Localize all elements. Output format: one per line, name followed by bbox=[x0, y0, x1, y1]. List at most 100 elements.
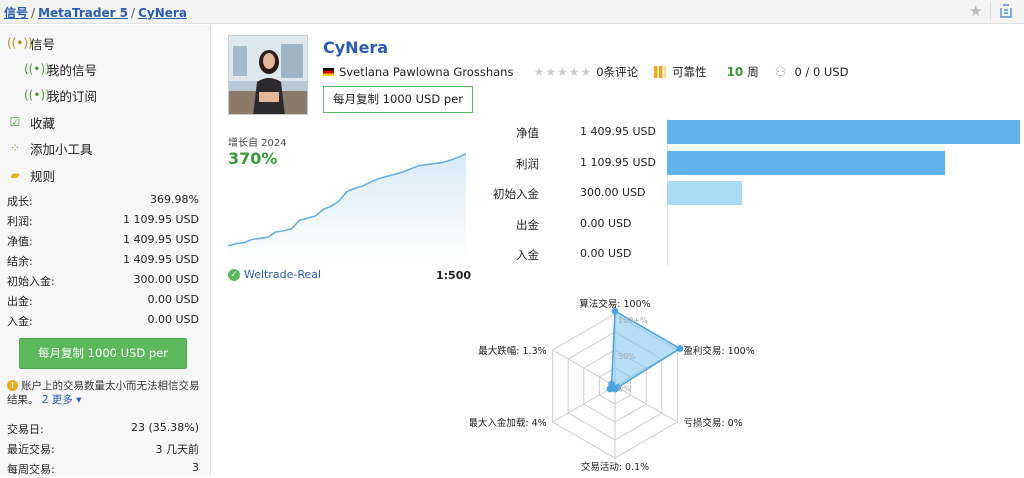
share-icon[interactable] bbox=[999, 4, 1013, 19]
bar-label: 利润 bbox=[516, 156, 539, 171]
more-link-label: 2 更多 bbox=[41, 394, 73, 406]
sidebar-item-my-signals[interactable]: ((•)) 我的信号 bbox=[24, 59, 97, 79]
stat-equity: 净值: 1 409.95 USD bbox=[7, 230, 199, 250]
radar-axis-label: 盈利交易: 100% bbox=[683, 345, 754, 357]
radar-axis-label: 最大跌幅: 1.3% bbox=[478, 345, 546, 357]
stat-value: 1 109.95 USD bbox=[123, 213, 199, 226]
signal-icon: ((•)) bbox=[7, 36, 33, 50]
stat-profit: 利润: 1 109.95 USD bbox=[7, 210, 199, 230]
reviews-count[interactable]: 0条评论 bbox=[596, 64, 638, 80]
stat-label: 出金: bbox=[7, 295, 33, 308]
my-signal-icon: ((•)) bbox=[24, 62, 50, 76]
subscribers-icon: ⚇ bbox=[774, 64, 787, 80]
signal-avatar bbox=[228, 35, 308, 115]
risk-radar-chart: 100+% 50% 0% 算法交易: 100% 盈利交易: 100% 亏损交易: 0% 交易… bbox=[470, 298, 755, 473]
verified-check-icon: ✓ bbox=[228, 268, 240, 281]
bar-label: 净值 bbox=[516, 126, 539, 140]
breadcrumb-current-link[interactable]: CyNera bbox=[138, 6, 187, 20]
rules-icon: ▰ bbox=[10, 168, 20, 182]
radar-axis-label: 最大入金加载: 4% bbox=[470, 417, 547, 429]
signal-meta-row: Svetlana Pawlowna Grosshans ★★★★★ 0条评论 可… bbox=[323, 64, 848, 80]
bar-row: 出金 0.00 USD bbox=[480, 212, 1020, 236]
bar-row: 净值 1 409.95 USD bbox=[480, 120, 1020, 144]
reliability-icon bbox=[654, 66, 667, 78]
favorite-icon: ☑ bbox=[9, 115, 21, 129]
stat-value: 23 (35.38%) bbox=[130, 421, 199, 434]
stat-deposits: 入金: 0.00 USD bbox=[7, 310, 199, 330]
growth-area bbox=[228, 154, 466, 260]
sidebar-item-label: 添加小工具 bbox=[30, 141, 93, 157]
bar-label: 初始入金 bbox=[493, 187, 539, 201]
stat-growth: 成长: 369.98% bbox=[7, 190, 199, 210]
bar-label: 出金 bbox=[516, 217, 539, 232]
stat-last-trade: 最近交易: 3 几天前 bbox=[7, 438, 199, 458]
stat-value: 369.98% bbox=[150, 193, 199, 206]
stat-value: 0.00 USD bbox=[147, 313, 200, 326]
reliability-label: 可靠性 bbox=[672, 65, 707, 79]
bar-row: 入金 0.00 USD bbox=[480, 242, 1020, 266]
stat-trades-per-week: 每周交易: 3 bbox=[7, 458, 199, 478]
subscription-icon: ((•)) bbox=[24, 88, 50, 102]
low-trades-warning: ! 账户上的交易数量太小而无法相信交易结果。 2 更多 ▾ bbox=[7, 379, 207, 407]
weeks-unit: 周 bbox=[747, 65, 759, 79]
copy-subscription-button[interactable]: 每月复制 1000 USD per bbox=[323, 86, 473, 113]
sidebar-copy-button[interactable]: 每月复制 1000 USD per bbox=[19, 338, 187, 369]
radar-ring-label: 50% bbox=[618, 352, 636, 361]
account-bar-chart: 净值 1 409.95 USD 利润 1 109.95 USD 初始入金 300.00 U… bbox=[480, 118, 1020, 268]
sidebar-item-signals[interactable]: ((•)) 信号 bbox=[7, 33, 55, 53]
bar-row: 利润 1 109.95 USD bbox=[480, 150, 1020, 175]
stat-initial-deposit: 初始入金: 300.00 USD bbox=[7, 270, 199, 290]
bar-value: 1 409.95 USD bbox=[580, 125, 656, 138]
favorite-star-icon[interactable]: ★ bbox=[969, 2, 982, 20]
broker-link[interactable]: Weltrade-Real bbox=[244, 268, 321, 281]
more-link[interactable]: 2 更多 ▾ bbox=[42, 394, 82, 406]
warning-text: 账户上的交易数量太小而无法相信交易结果。 bbox=[7, 380, 200, 406]
stat-trading-days: 交易日: 23 (35.38%) bbox=[7, 418, 199, 438]
breadcrumb: 信号 / MetaTrader 5/CyNera bbox=[4, 6, 187, 20]
stat-value: 0.00 USD bbox=[147, 293, 200, 306]
radar-point[interactable] bbox=[676, 345, 684, 352]
subscribers-value: 0 / 0 USD bbox=[794, 65, 849, 79]
top-bar: 信号 / MetaTrader 5/CyNera ★ bbox=[0, 0, 1024, 24]
stat-withdrawals: 出金: 0.00 USD bbox=[7, 290, 199, 310]
widget-icon: ⁘ bbox=[9, 141, 21, 155]
stat-label: 成长: bbox=[7, 195, 33, 208]
sidebar-item-subscriptions[interactable]: ((•)) 我的订阅 bbox=[24, 85, 97, 105]
rating-stars-icon: ★★★★★ bbox=[533, 65, 593, 79]
sidebar-item-label: 规则 bbox=[30, 168, 56, 184]
sidebar-item-label: 收藏 bbox=[30, 115, 56, 131]
leverage-value: 1:500 bbox=[436, 269, 472, 282]
stat-label: 净值: bbox=[7, 235, 33, 248]
stat-label: 交易日: bbox=[7, 423, 44, 436]
bar-label: 入金 bbox=[516, 248, 539, 262]
radar-ring-label: 100+% bbox=[618, 316, 648, 325]
stat-value: 3 bbox=[192, 461, 199, 474]
weeks-count: 10 bbox=[726, 65, 744, 79]
stat-label: 每周交易: bbox=[7, 463, 55, 476]
signal-name[interactable]: CyNera bbox=[323, 38, 388, 57]
bar bbox=[667, 150, 945, 175]
stat-balance: 结余: 1 409.95 USD bbox=[7, 250, 199, 270]
breadcrumb-signals-link[interactable]: 信号 bbox=[4, 6, 28, 20]
stat-label: 初始入金: bbox=[7, 275, 55, 288]
sidebar-item-add-widget[interactable]: ⁘ 添加小工具 bbox=[7, 138, 93, 158]
germany-flag-icon bbox=[323, 68, 334, 76]
stat-label: 最近交易: bbox=[7, 443, 55, 456]
sidebar-item-label: 我的信号 bbox=[47, 62, 98, 78]
bar-value: 300.00 USD bbox=[580, 186, 646, 199]
stat-value: 300.00 USD bbox=[133, 273, 200, 286]
radar-axis-label: 亏损交易: 0% bbox=[683, 417, 742, 429]
radar-axis-label: 交易活动: 0.1% bbox=[581, 461, 649, 473]
radar-ring-label: 0% bbox=[618, 384, 631, 393]
stat-label: 结余: bbox=[7, 255, 33, 268]
sidebar-item-favorites[interactable]: ☑ 收藏 bbox=[7, 112, 55, 132]
radar-point[interactable] bbox=[608, 380, 615, 388]
broker-row: ✓ Weltrade-Real bbox=[228, 268, 321, 281]
bar-value: 0.00 USD bbox=[580, 216, 632, 230]
growth-since-label: 增长自 2024 bbox=[228, 138, 287, 149]
warning-icon: ! bbox=[7, 380, 18, 391]
breadcrumb-platform-link[interactable]: MetaTrader 5 bbox=[38, 6, 128, 20]
stat-label: 入金: bbox=[7, 315, 33, 328]
author-name[interactable]: Svetlana Pawlowna Grosshans bbox=[339, 65, 513, 79]
sidebar-item-rules[interactable]: ▰ 规则 bbox=[7, 165, 55, 185]
